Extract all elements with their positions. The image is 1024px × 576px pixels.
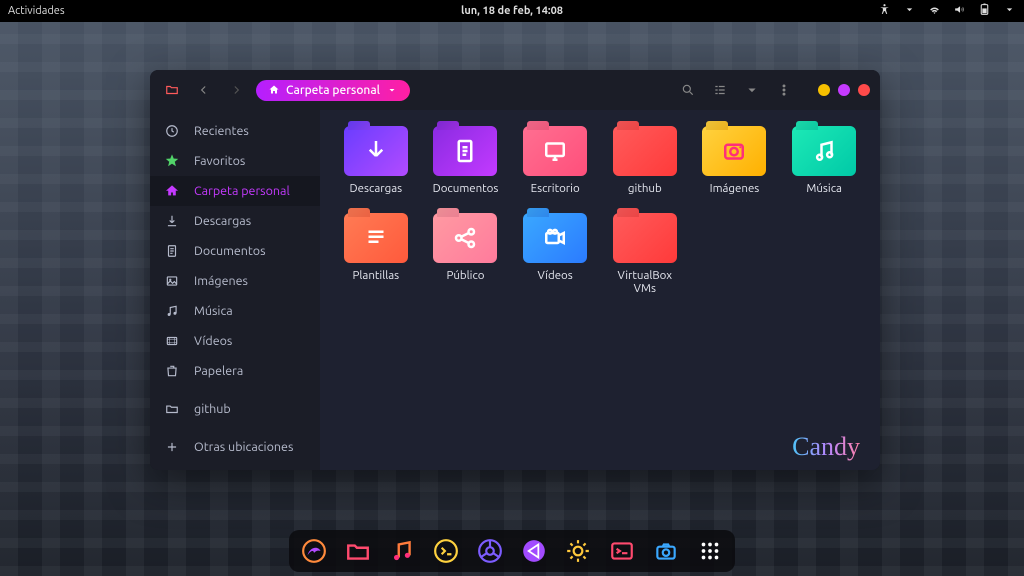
activities-button[interactable]: Actividades — [8, 5, 65, 17]
dock-app-vscode[interactable] — [519, 536, 549, 566]
power-dropdown-icon[interactable] — [1003, 3, 1016, 19]
breadcrumb-label: Carpeta personal — [286, 84, 380, 97]
folder-label: Imágenes — [710, 182, 760, 195]
folder-item-downloads[interactable]: Descargas — [338, 126, 414, 195]
sidebar-item-downloads[interactable]: Descargas — [150, 206, 320, 236]
battery-icon[interactable] — [978, 3, 991, 19]
music-icon — [164, 303, 180, 319]
path-breadcrumb[interactable]: Carpeta personal — [256, 80, 410, 101]
videos-icon — [164, 333, 180, 349]
clock-icon — [164, 123, 180, 139]
sidebar-item-pictures[interactable]: Imágenes — [150, 266, 320, 296]
home-icon — [164, 183, 180, 199]
star-icon — [164, 153, 180, 169]
minimize-button[interactable] — [818, 84, 830, 96]
sidebar-item-label: github — [194, 402, 231, 416]
dock-show-apps[interactable] — [695, 536, 725, 566]
view-dropdown-button[interactable] — [740, 78, 764, 102]
sidebar-item-starred[interactable]: Favoritos — [150, 146, 320, 176]
dock-app-music[interactable] — [387, 536, 417, 566]
accessibility-icon[interactable] — [878, 3, 891, 19]
sidebar-item-music[interactable]: Música — [150, 296, 320, 326]
close-button[interactable] — [858, 84, 870, 96]
folder-label: Público — [446, 269, 484, 282]
folder-label: Descargas — [350, 182, 403, 195]
system-tray[interactable] — [878, 3, 1016, 19]
hamburger-menu-button[interactable] — [772, 78, 796, 102]
volume-icon[interactable] — [953, 3, 966, 19]
sidebar-item-label: Imágenes — [194, 274, 248, 288]
sidebar-item-label: Favoritos — [194, 154, 245, 168]
theme-watermark: Candy — [792, 432, 860, 462]
sidebar-item-label: Documentos — [194, 244, 266, 258]
dock-app-terminal[interactable] — [431, 536, 461, 566]
folder-item-github[interactable]: github — [607, 126, 683, 195]
dock — [289, 530, 735, 572]
folder-label: VirtualBox VMs — [607, 269, 683, 295]
dock-app-settings[interactable] — [563, 536, 593, 566]
folder-label: Escritorio — [531, 182, 580, 195]
folder-item-documents[interactable]: Documentos — [428, 126, 504, 195]
sidebar-item-home[interactable]: Carpeta personal — [150, 176, 320, 206]
folder-item-virtualbox[interactable]: VirtualBox VMs — [607, 213, 683, 295]
sidebar-item-label: Otras ubicaciones — [194, 440, 293, 454]
maximize-button[interactable] — [838, 84, 850, 96]
clock[interactable]: lun, 18 de feb, 14:08 — [461, 5, 563, 17]
sidebar-item-videos[interactable]: Vídeos — [150, 326, 320, 356]
wifi-icon[interactable] — [928, 3, 941, 19]
sidebar-item-label: Recientes — [194, 124, 249, 138]
sidebar-item-label: Música — [194, 304, 233, 318]
sidebar-item-label: Carpeta personal — [194, 184, 290, 198]
sidebar-item-documents[interactable]: Documentos — [150, 236, 320, 266]
folder-label: Vídeos — [538, 269, 573, 282]
folder-item-templates[interactable]: Plantillas — [338, 213, 414, 295]
pictures-icon — [164, 273, 180, 289]
sidebar-item-label: Papelera — [194, 364, 243, 378]
folder-label: Plantillas — [353, 269, 400, 282]
dock-app-terminal-alt[interactable] — [607, 536, 637, 566]
sidebar-item-other-locations[interactable]: Otras ubicaciones — [150, 432, 320, 462]
folder-label: Música — [806, 182, 842, 195]
sidebar-item-label: Descargas — [194, 214, 251, 228]
folder-item-music[interactable]: Música — [786, 126, 862, 195]
folder-label: Documentos — [433, 182, 499, 195]
back-button[interactable] — [192, 78, 216, 102]
folder-item-pictures[interactable]: Imágenes — [697, 126, 773, 195]
top-panel: Actividades lun, 18 de feb, 14:08 — [0, 0, 1024, 22]
folder-item-public[interactable]: Público — [428, 213, 504, 295]
sidebar-item-bookmark-github[interactable]: github — [150, 394, 320, 424]
downloads-icon — [164, 213, 180, 229]
folder-icon — [160, 78, 184, 102]
file-manager-window: Carpeta personal Recientes Favoritos Car… — [150, 70, 880, 470]
headerbar: Carpeta personal — [150, 70, 880, 110]
folder-item-videos[interactable]: Vídeos — [517, 213, 593, 295]
sidebar-item-label: Vídeos — [194, 334, 232, 348]
places-sidebar: Recientes Favoritos Carpeta personal Des… — [150, 110, 320, 470]
folder-item-desktop[interactable]: Escritorio — [517, 126, 593, 195]
dropdown-icon[interactable] — [903, 3, 916, 19]
dock-app-chrome[interactable] — [475, 536, 505, 566]
folder-icon — [164, 401, 180, 417]
documents-icon — [164, 243, 180, 259]
view-toggle-button[interactable] — [708, 78, 732, 102]
trash-icon — [164, 363, 180, 379]
folder-label: github — [628, 182, 662, 195]
dock-app-files[interactable] — [343, 536, 373, 566]
sidebar-item-recent[interactable]: Recientes — [150, 116, 320, 146]
plus-icon — [164, 439, 180, 455]
search-button[interactable] — [676, 78, 700, 102]
forward-button[interactable] — [224, 78, 248, 102]
dock-app-firefox[interactable] — [299, 536, 329, 566]
dock-app-screenshot[interactable] — [651, 536, 681, 566]
icon-view[interactable]: Descargas Documentos Escritorio github I… — [320, 110, 880, 470]
sidebar-item-trash[interactable]: Papelera — [150, 356, 320, 386]
